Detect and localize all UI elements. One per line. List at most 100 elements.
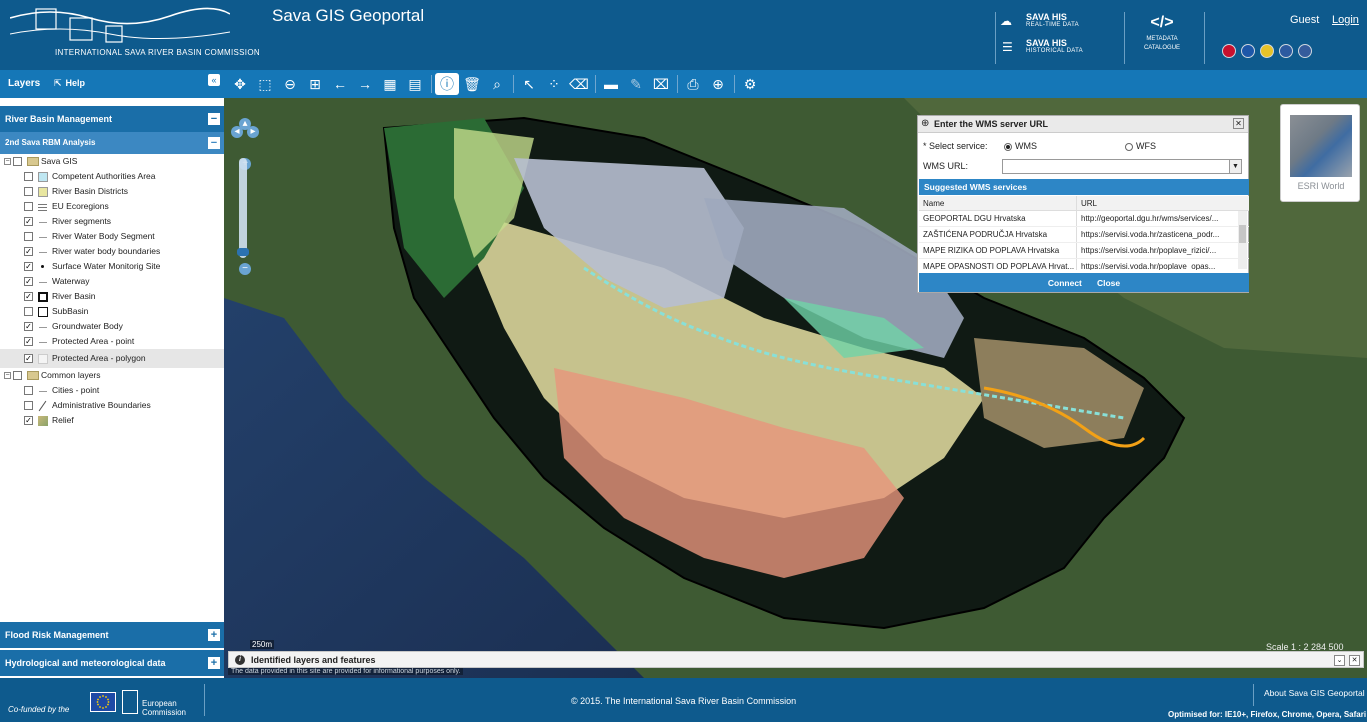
layer-checkbox[interactable]: ✓ — [24, 292, 33, 301]
basemap-switcher[interactable]: ESRI World — [1280, 104, 1360, 202]
draw-icon[interactable]: ✎ — [624, 73, 648, 95]
layer-checkbox[interactable] — [24, 202, 33, 211]
layer-checkbox[interactable]: ✓ — [24, 247, 33, 256]
collapse-icon[interactable]: − — [208, 113, 220, 125]
layer-item[interactable]: ✓ River segments — [0, 214, 224, 229]
layer-item[interactable]: ✓ River water body boundaries — [0, 244, 224, 259]
layer-item[interactable]: River Basin Districts — [0, 184, 224, 199]
language-flag-icon[interactable] — [1241, 44, 1255, 58]
sava-his-historical-link[interactable]: ☰ SAVA HIS HISTORICAL DATA — [1000, 38, 1083, 54]
language-flag-icon[interactable] — [1222, 44, 1236, 58]
layer-item[interactable]: ✓ Groundwater Body — [0, 319, 224, 334]
layer-checkbox[interactable] — [24, 307, 33, 316]
about-link[interactable]: About Sava GIS Geoportal — [1264, 688, 1365, 698]
table-row[interactable]: MAPE RIZIKA OD POPLAVA Hrvatska https://s… — [919, 243, 1249, 259]
back-icon[interactable]: ← — [328, 73, 352, 95]
layer-checkbox[interactable] — [24, 172, 33, 181]
tab-help[interactable]: ⇱ Help — [54, 78, 85, 89]
radio-wms[interactable]: WMS — [1004, 141, 1037, 151]
collapse-icon[interactable]: − — [4, 372, 11, 379]
close-icon[interactable]: ✕ — [1349, 655, 1360, 666]
layer-item[interactable]: ✓ Protected Area - point — [0, 334, 224, 349]
accordion-river-basin[interactable]: River Basin Management − — [0, 106, 224, 132]
zoom-extent-icon[interactable]: ⊞ — [303, 73, 327, 95]
layer-item[interactable]: ✓ Waterway — [0, 274, 224, 289]
layer-item[interactable]: ✓ Protected Area - polygon — [0, 349, 224, 368]
wms-url-input[interactable]: ▼ — [1002, 159, 1242, 174]
layer-checkbox[interactable]: ✓ — [24, 277, 33, 286]
table-scrollbar[interactable] — [1238, 211, 1247, 269]
collapse-icon[interactable]: − — [4, 158, 11, 165]
layer-item[interactable]: Administrative Boundaries — [0, 398, 224, 413]
chevron-down-icon[interactable]: ▼ — [1229, 160, 1241, 173]
radio-wfs[interactable]: WFS — [1125, 141, 1156, 151]
table-row[interactable]: MAPE OPASNOSTI OD POPLAVA Hrvat... https:… — [919, 259, 1249, 270]
layer-checkbox[interactable] — [24, 386, 33, 395]
layer-item[interactable]: ✓ Relief — [0, 413, 224, 428]
select-icon[interactable]: ↖ — [517, 73, 541, 95]
layer-item[interactable]: SubBasin — [0, 304, 224, 319]
layer-item[interactable]: ✓ River Basin — [0, 289, 224, 304]
tab-layers[interactable]: Layers — [8, 78, 40, 89]
globe-icon[interactable]: ⊕ — [706, 73, 730, 95]
pan-left-icon[interactable]: ◂ — [231, 126, 243, 138]
connect-button[interactable]: Connect — [1048, 278, 1082, 288]
info-icon[interactable]: ⓘ — [435, 73, 459, 95]
table-icon[interactable]: ▤ — [403, 73, 427, 95]
zoom-slider[interactable] — [239, 158, 247, 258]
zoom-out-icon[interactable]: ⊖ — [278, 73, 302, 95]
layer-item[interactable]: Cities - point — [0, 383, 224, 398]
map-icon[interactable]: ▦ — [378, 73, 402, 95]
layer-checkbox[interactable] — [24, 401, 33, 410]
layer-checkbox[interactable]: ✓ — [24, 322, 33, 331]
accordion-hydro[interactable]: Hydrological and meteorological data + — [0, 650, 224, 676]
expand-icon[interactable]: + — [208, 657, 220, 669]
pan-icon[interactable]: ✥ — [228, 73, 252, 95]
layer-checkbox[interactable]: ✓ — [24, 217, 33, 226]
expand-icon[interactable]: + — [208, 629, 220, 641]
gear-icon[interactable]: ⚙ — [738, 73, 762, 95]
layer-checkbox[interactable]: ✓ — [24, 354, 33, 363]
layer-checkbox[interactable]: ✓ — [24, 262, 33, 271]
login-link[interactable]: Login — [1332, 14, 1359, 26]
search-icon[interactable]: ⌕ — [485, 73, 509, 95]
layer-group[interactable]: − Common layers — [0, 368, 224, 383]
forward-icon[interactable]: → — [353, 73, 377, 95]
expand-icon[interactable]: ⌄ — [1334, 655, 1345, 666]
sava-his-realtime-link[interactable]: ☁ SAVA HIS REAL-TIME DATA — [1000, 12, 1079, 28]
accordion-rbm-analysis[interactable]: 2nd Sava RBM Analysis − — [0, 132, 224, 154]
layer-checkbox[interactable] — [24, 232, 33, 241]
print-icon[interactable]: ⎙ — [681, 73, 705, 95]
clear-selection-icon[interactable]: ⌫ — [567, 73, 591, 95]
close-button[interactable]: Close — [1097, 278, 1120, 288]
zoom-box-icon[interactable]: ⬚ — [253, 73, 277, 95]
pan-right-icon[interactable]: ▸ — [247, 126, 259, 138]
language-flag-icon[interactable] — [1260, 44, 1274, 58]
zoom-out-button[interactable]: − — [239, 263, 251, 275]
close-icon[interactable]: ✕ — [1233, 118, 1244, 129]
collapse-icon[interactable]: − — [208, 137, 220, 149]
layer-checkbox[interactable] — [24, 187, 33, 196]
zoom-slider-handle[interactable] — [237, 248, 249, 256]
identified-panel[interactable]: i Identified layers and features ⌄ ✕ — [228, 651, 1364, 668]
measure-icon[interactable]: ▬ — [599, 73, 623, 95]
layer-checkbox[interactable] — [13, 157, 22, 166]
layer-checkbox[interactable]: ✓ — [24, 416, 33, 425]
accordion-flood-risk[interactable]: Flood Risk Management + — [0, 622, 224, 648]
layer-checkbox[interactable] — [13, 371, 22, 380]
table-row[interactable]: ZAŠTIĆENA PODRUČJA Hrvatska https://servi… — [919, 227, 1249, 243]
erase-icon[interactable]: ⌧ — [649, 73, 673, 95]
layer-item[interactable]: EU Ecoregions — [0, 199, 224, 214]
layer-item[interactable]: ✓ Surface Water Monitorig Site — [0, 259, 224, 274]
layer-item[interactable]: River Water Body Segment — [0, 229, 224, 244]
delete-icon[interactable]: 🗑 — [460, 73, 484, 95]
metadata-catalogue-link[interactable]: </> METADATA CATALOGUE — [1140, 14, 1184, 51]
language-flag-icon[interactable] — [1279, 44, 1293, 58]
collapse-sidebar-button[interactable]: « — [208, 74, 220, 86]
select-area-icon[interactable]: ⁘ — [542, 73, 566, 95]
layer-group[interactable]: − Sava GIS — [0, 154, 224, 169]
layer-item[interactable]: Competent Authorities Area — [0, 169, 224, 184]
table-row[interactable]: GEOPORTAL DGU Hrvatska http://geoportal.d… — [919, 211, 1249, 227]
language-flag-icon[interactable] — [1298, 44, 1312, 58]
wms-dialog-title[interactable]: ⊕ Enter the WMS server URL ✕ — [918, 116, 1248, 133]
